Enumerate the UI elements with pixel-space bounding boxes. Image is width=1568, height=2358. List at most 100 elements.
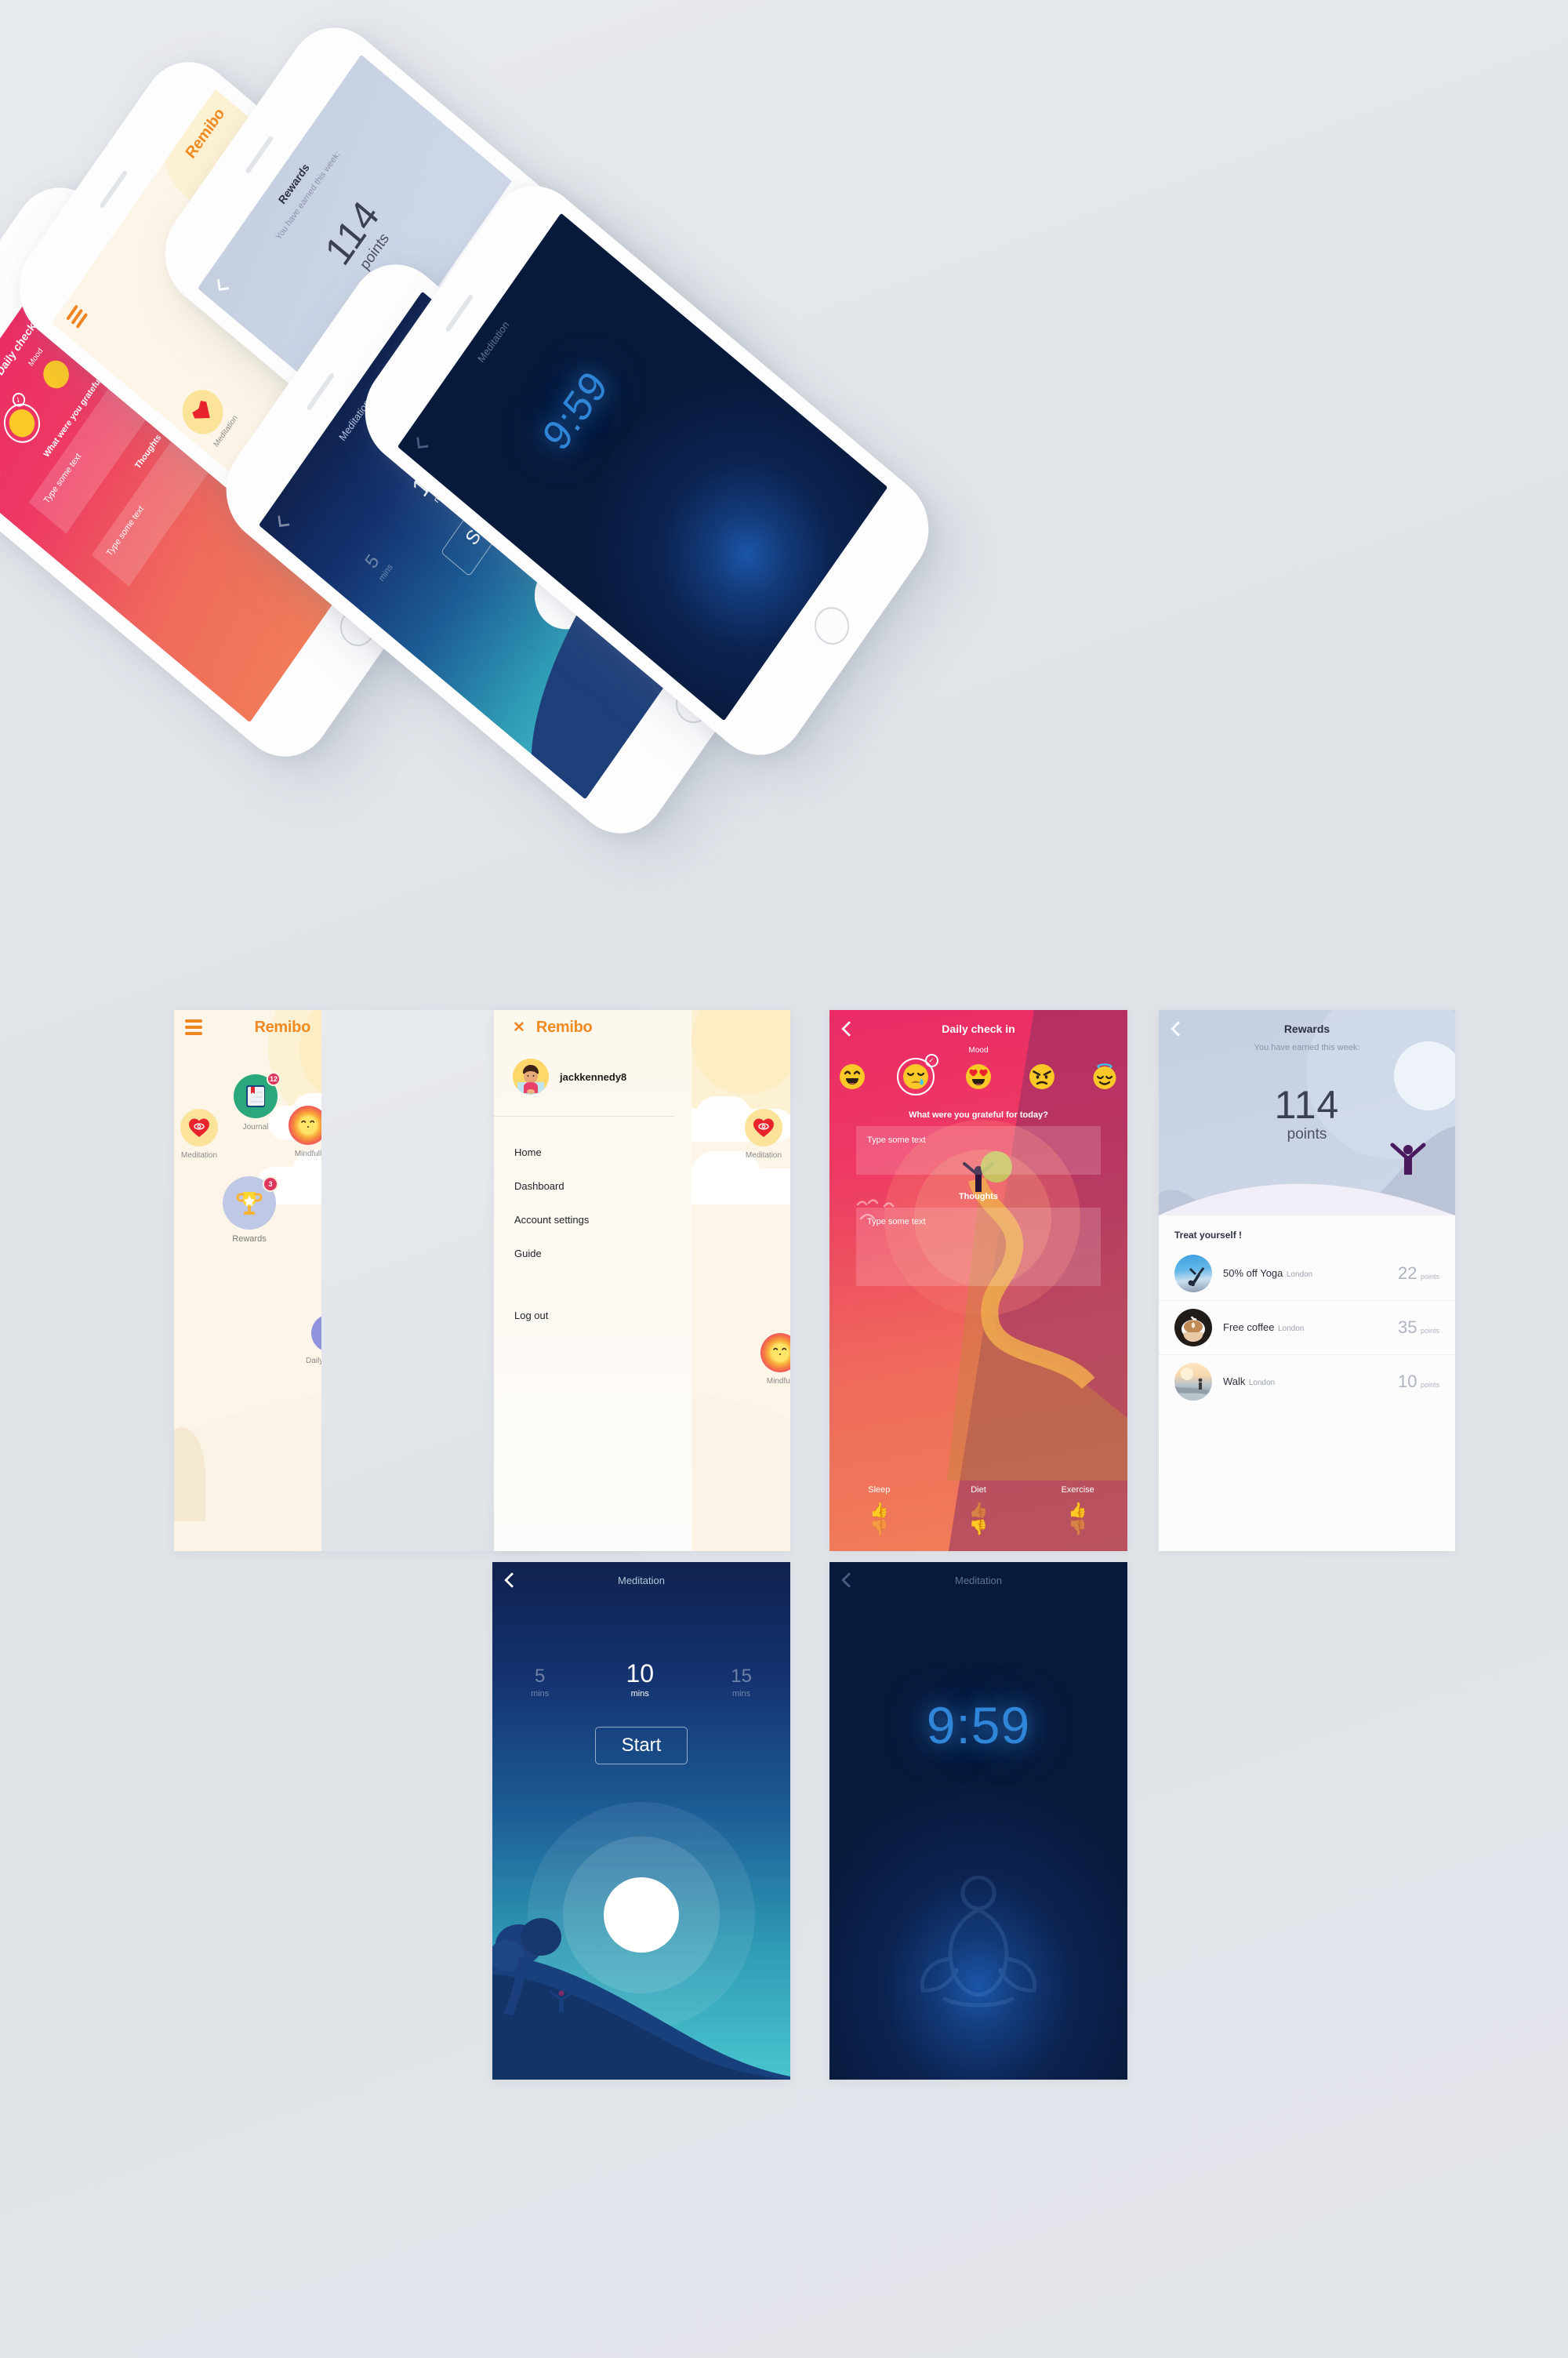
ratings-row: Sleep 👍 👎 Diet 👍 👎 Exercise 👍 👎 [829, 1485, 1127, 1537]
gratitude-input[interactable]: Type some text [856, 1126, 1101, 1175]
duration-option-5[interactable]: 5 mins [531, 1667, 549, 1699]
thumbs-up-icon[interactable]: 👍 [969, 1502, 988, 1520]
reward-city: London [1286, 1270, 1313, 1279]
tile-mindfull-peek[interactable]: Mindfull [760, 1333, 790, 1386]
gap-spacer [321, 1010, 494, 1551]
yoga-photo [1174, 1255, 1212, 1292]
mood-emoji-row: ✓ [829, 1054, 1127, 1095]
thoughts-input[interactable]: Type some text [856, 1208, 1101, 1286]
menu-item-account-settings[interactable]: Account settings [514, 1203, 684, 1237]
rewards-subtitle: You have earned this week: [1254, 1043, 1360, 1052]
start-button[interactable]: Start [595, 1727, 688, 1764]
back-chevron-icon[interactable] [213, 277, 230, 295]
back-chevron-icon[interactable] [840, 1574, 853, 1586]
tile-rewards[interactable]: 3 Rewards [223, 1176, 278, 1244]
back-chevron-icon[interactable] [503, 1574, 516, 1586]
reward-points-unit: points [1420, 1326, 1439, 1335]
page-title: Rewards [1283, 1023, 1330, 1035]
beach-photo [1174, 1363, 1212, 1401]
mood-heart-eyes-option[interactable] [965, 1063, 992, 1090]
menu-item-home[interactable]: Home [514, 1135, 684, 1169]
nav-drawer: ✕ Remibo jackkennedy8 Home Dashboard Acc… [494, 1010, 691, 1551]
mood-label: Mood [968, 1046, 989, 1055]
rating-sleep: Sleep 👍 👎 [868, 1485, 891, 1537]
back-chevron-icon[interactable] [274, 514, 290, 532]
menu-list: Home Dashboard Account settings Guide Lo… [514, 1135, 684, 1332]
reward-name: Walk [1223, 1375, 1246, 1387]
username: jackkennedy8 [560, 1070, 627, 1083]
user-profile[interactable]: jackkennedy8 [513, 1059, 676, 1095]
thumbs-down-icon[interactable]: 👎 [969, 1520, 988, 1537]
close-icon[interactable]: ✕ [513, 1020, 525, 1035]
duration-option-10[interactable]: 10 mins [626, 1661, 654, 1699]
hamburger-icon[interactable] [185, 1019, 202, 1035]
back-chevron-icon[interactable] [412, 435, 429, 453]
tile-journal[interactable]: 12 Journal [234, 1072, 281, 1132]
gratitude-question: What were you grateful for today? [909, 1110, 1048, 1120]
tile-label: Rewards [232, 1234, 267, 1244]
section-title: Treat yourself ! [1174, 1230, 1243, 1241]
avatar [513, 1059, 549, 1095]
menu-item-log-out[interactable]: Log out [514, 1299, 684, 1332]
reward-city: London [1277, 1324, 1305, 1333]
duration-selector: 5 mins 10 mins 15 mins [492, 1661, 790, 1699]
sun-face-icon [760, 1333, 790, 1372]
heart-eye-icon [189, 1118, 209, 1137]
points-unit: points [1287, 1126, 1327, 1143]
tile-label: Journal [242, 1123, 269, 1132]
reward-points: 35 [1398, 1317, 1417, 1337]
thumbs-down-icon[interactable]: 👎 [870, 1520, 889, 1537]
tile-label: Mindfull [294, 1150, 322, 1158]
rating-diet: Diet 👍 👎 [969, 1485, 988, 1537]
menu-item-dashboard[interactable]: Dashboard [514, 1169, 684, 1203]
divider [494, 1116, 674, 1117]
badge-count: 12 [269, 1075, 278, 1083]
screen-meditation-timer: Meditation 5 mins 10 mins 15 mins Start [492, 1562, 790, 2080]
tile-label: Meditation [745, 1151, 782, 1160]
tile-label: Meditation [180, 1151, 218, 1160]
rating-exercise: Exercise 👍 👎 [1061, 1485, 1094, 1537]
mood-angry-option[interactable] [1029, 1063, 1055, 1090]
thumbs-down-icon[interactable]: 👎 [1069, 1520, 1087, 1537]
points-value: 114 [1274, 1083, 1340, 1127]
mood-angel-option[interactable] [1091, 1063, 1118, 1090]
page-title: Meditation [618, 1574, 665, 1586]
heart-eye-icon [753, 1118, 774, 1137]
menu-item-guide[interactable]: Guide [514, 1237, 684, 1270]
reward-row-walk[interactable]: Walk London 10 points [1159, 1355, 1455, 1408]
page-title: Meditation [955, 1574, 1002, 1586]
countdown-timer: 9:59 [926, 1696, 1031, 1754]
badge-count: 3 [268, 1180, 273, 1188]
check-icon: ✓ [924, 1054, 938, 1067]
reward-city: London [1248, 1379, 1276, 1387]
design-showcase-page: Daily check in Mood ✓ What were you grat… [0, 0, 1568, 2358]
tile-meditation[interactable]: Meditation [180, 1109, 218, 1160]
reward-row-coffee[interactable]: Free coffee London 35 points [1159, 1301, 1455, 1355]
tile-label: Mindfull [766, 1377, 790, 1386]
brand-logo: Remibo [254, 1018, 310, 1036]
back-chevron-icon[interactable] [1170, 1023, 1182, 1035]
thumbs-up-icon[interactable]: 👍 [1069, 1502, 1087, 1520]
page-title: Daily check in [942, 1023, 1015, 1035]
treat-yourself-card: Treat yourself ! 50% off Yoga London 22 [1159, 1215, 1455, 1551]
tile-meditation-peek[interactable]: Meditation [745, 1109, 782, 1160]
reward-points-unit: points [1420, 1272, 1439, 1281]
screen-menu: Meditation Mindfull ✕ Remibo [494, 1010, 790, 1551]
trophy-icon [236, 1192, 263, 1215]
reward-name: Free coffee [1223, 1321, 1275, 1333]
mood-crying-option[interactable]: ✓ [896, 1054, 938, 1095]
back-chevron-icon[interactable] [840, 1023, 853, 1035]
thumbs-up-icon[interactable]: 👍 [870, 1502, 889, 1520]
mood-laughing-option[interactable] [839, 1063, 866, 1090]
screen-daily-check-in: Daily check in Mood ✓ What were you grat… [829, 1010, 1127, 1551]
reward-name: 50% off Yoga [1223, 1267, 1283, 1279]
hamburger-icon[interactable] [66, 304, 89, 329]
reward-row-yoga[interactable]: 50% off Yoga London 22 points [1159, 1247, 1455, 1301]
coffee-photo [1174, 1309, 1212, 1346]
mood-crying[interactable]: ✓ [0, 390, 47, 452]
reward-points-unit: points [1420, 1380, 1439, 1389]
screen-meditation-countdown: Meditation 9:59 [829, 1562, 1127, 2080]
journal-icon [246, 1085, 265, 1107]
duration-option-15[interactable]: 15 mins [731, 1667, 752, 1699]
screen-rewards: Rewards You have earned this week: 114 p… [1159, 1010, 1455, 1551]
